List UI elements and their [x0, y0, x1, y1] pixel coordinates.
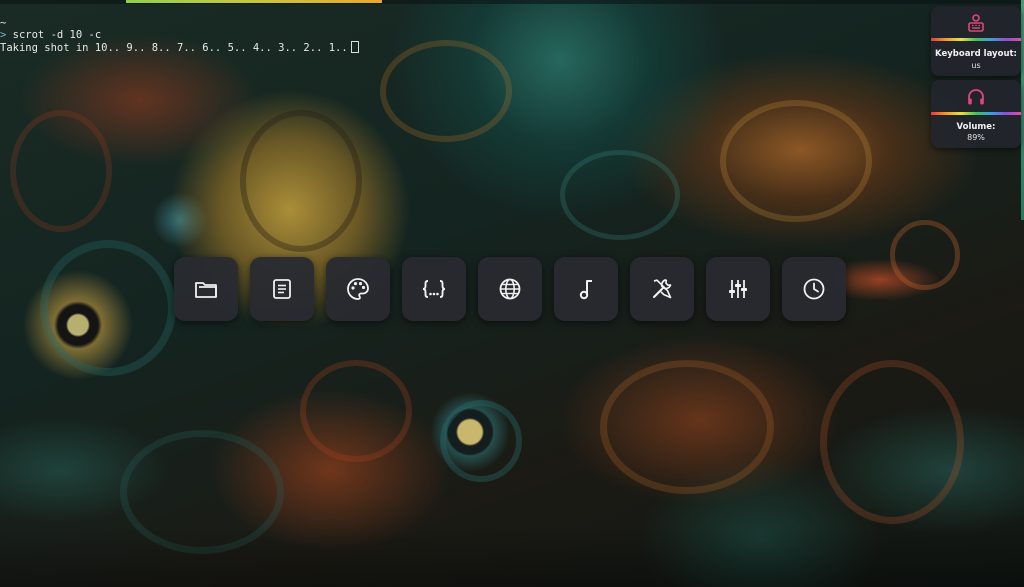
volume-title: Volume:	[956, 122, 996, 132]
keyboard-layout-title: Keyboard layout:	[935, 49, 1017, 59]
workspace-bar	[0, 0, 1024, 4]
palette-icon	[347, 278, 369, 300]
terminal-output-text: Taking shot in 10.. 9.. 8.. 7.. 6.. 5.. …	[0, 42, 348, 54]
folder-icon	[195, 282, 217, 298]
terminal-output[interactable]: ~ > scrot -d 10 -c Taking shot in 10.. 9..…	[0, 17, 359, 55]
wrench-screwdriver-icon	[652, 279, 672, 299]
bottom-shade	[0, 527, 1024, 587]
headphones-icon	[931, 86, 1021, 108]
launcher-music-button[interactable]	[554, 257, 618, 321]
launcher-settings-button[interactable]	[706, 257, 770, 321]
launcher-clock-button[interactable]	[782, 257, 846, 321]
terminal-command: scrot -d 10 -c	[6, 28, 102, 41]
desktop: ~ > scrot -d 10 -c Taking shot in 10.. 9..…	[0, 0, 1024, 587]
clock-icon	[803, 278, 825, 300]
widget-rainbow-divider	[931, 112, 1021, 115]
widget-rainbow-divider	[931, 38, 1021, 41]
sliders-icon	[729, 280, 747, 298]
launcher-tools-button[interactable]	[630, 257, 694, 321]
terminal-line-command: > scrot -d 10 -c	[0, 28, 359, 42]
keyboard-person-icon	[931, 12, 1021, 34]
terminal-cursor	[350, 41, 359, 53]
launcher-text-editor-button[interactable]	[250, 257, 314, 321]
document-icon	[273, 279, 291, 299]
keyboard-layout-value: us	[971, 61, 981, 70]
launcher-web-browser-button[interactable]	[478, 257, 542, 321]
code-braces-icon	[422, 280, 446, 298]
terminal-line-output: Taking shot in 10.. 9.. 8.. 7.. 6.. 5.. …	[0, 41, 359, 55]
launcher-code-editor-button[interactable]	[402, 257, 466, 321]
active-workspace-indicator[interactable]	[126, 0, 382, 3]
volume-widget[interactable]: Volume: 89%	[931, 80, 1021, 148]
globe-icon	[499, 278, 521, 300]
music-note-icon	[579, 280, 592, 300]
keyboard-layout-widget[interactable]: Keyboard layout: us	[931, 6, 1021, 76]
launcher-files-button[interactable]	[174, 257, 238, 321]
volume-value: 89%	[967, 133, 985, 142]
app-launcher	[174, 257, 848, 322]
launcher-graphics-button[interactable]	[326, 257, 390, 321]
